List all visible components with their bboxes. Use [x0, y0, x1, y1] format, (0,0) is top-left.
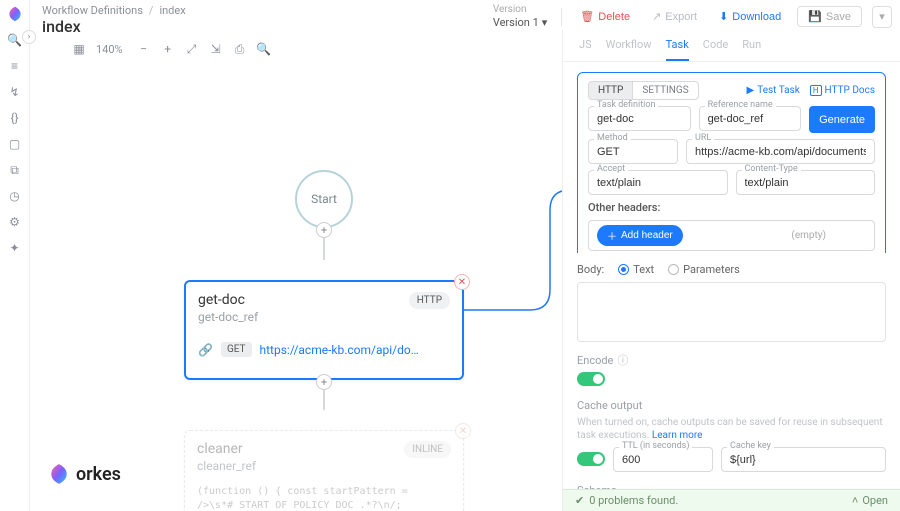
encode-label: Encode ⓘ: [577, 352, 886, 368]
print-icon[interactable]: ⎙: [233, 42, 247, 56]
save-more-button[interactable]: ▾: [872, 6, 892, 28]
task-card: HTTP SETTINGS ▶Test Task HHTTP Docs Task…: [577, 72, 886, 253]
node-method: GET: [221, 342, 252, 357]
node-get-doc[interactable]: ✕ HTTP get-doc get-doc_ref 🔗 GET https:/…: [184, 280, 464, 380]
users-icon[interactable]: ✦: [7, 240, 23, 256]
tab-task[interactable]: Task: [666, 38, 689, 61]
export-button[interactable]: ↗ Export: [646, 7, 703, 26]
save-button[interactable]: 💾 Save: [797, 6, 862, 27]
chevron-up-icon: ˄: [852, 494, 858, 507]
breadcrumb-root[interactable]: Workflow Definitions: [42, 4, 143, 17]
info-icon[interactable]: ⓘ: [617, 352, 628, 368]
collapse-icon[interactable]: ⇲: [209, 42, 223, 56]
encode-toggle[interactable]: [577, 372, 605, 386]
node-delete-icon[interactable]: ✕: [455, 423, 471, 439]
cache-label: Cache output: [577, 399, 886, 412]
content-type-label: Content-Type: [742, 164, 801, 174]
task-def-label: Task definition: [594, 100, 658, 110]
node-url: https://acme-kb.com/api/documen...: [260, 343, 420, 357]
tab-workflow[interactable]: Workflow: [606, 38, 652, 61]
chevron-down-icon: ▾: [542, 16, 548, 29]
search-icon[interactable]: 🔍: [257, 42, 271, 56]
ref-name-label: Reference name: [705, 100, 776, 110]
delete-button[interactable]: 🗑 Delete: [574, 7, 636, 26]
subtab-settings[interactable]: SETTINGS: [632, 81, 698, 100]
play-icon: ▶: [747, 85, 755, 96]
accept-label: Accept: [594, 164, 628, 174]
other-headers-label: Other headers:: [588, 201, 875, 214]
export-icon: ↗: [652, 10, 661, 23]
body-label: Body:: [577, 263, 604, 276]
body-text-radio[interactable]: Text: [618, 263, 654, 276]
body-params-radio[interactable]: Parameters: [668, 263, 740, 276]
logo-icon: [7, 6, 23, 22]
brand-footer: orkes: [48, 463, 121, 485]
version-select[interactable]: Version 1 ▾: [493, 16, 547, 29]
code-icon[interactable]: {}: [7, 110, 23, 126]
node-ref: cleaner_ref: [197, 459, 451, 473]
zoom-in-icon[interactable]: +: [161, 42, 175, 56]
cache-desc: When turned on, cache outputs can be sav…: [577, 416, 886, 442]
headers-box: ＋ Add header (empty): [588, 220, 875, 251]
body-textarea[interactable]: [577, 282, 886, 342]
check-icon: ✔: [575, 494, 584, 507]
url-label: URL: [692, 133, 714, 143]
breadcrumb-current: index: [159, 4, 185, 17]
fit-icon[interactable]: ⤢: [185, 42, 199, 56]
grid-icon[interactable]: ▦: [72, 42, 86, 56]
search-side-icon[interactable]: 🔍: [7, 32, 23, 48]
db-icon[interactable]: ◷: [7, 188, 23, 204]
body-type-row: Body: Text Parameters: [577, 263, 886, 276]
save-icon: 💾: [808, 10, 822, 23]
task-subtabs: HTTP SETTINGS: [588, 81, 699, 100]
top-actions: Version Version 1 ▾ 🗑 Delete ↗ Export ⬇ …: [493, 4, 892, 29]
plus-icon: ＋: [607, 228, 617, 243]
link-icon: 🔗: [198, 343, 213, 357]
ttl-label: TTL (in seconds): [619, 441, 692, 451]
problems-open[interactable]: ˄ Open: [852, 494, 888, 507]
trash-icon: 🗑: [580, 10, 594, 23]
test-task-link[interactable]: ▶Test Task: [747, 85, 800, 96]
subtab-http[interactable]: HTTP: [588, 81, 632, 100]
add-node-plus-2[interactable]: +: [316, 374, 332, 390]
add-node-plus-1[interactable]: +: [316, 222, 332, 238]
method-label: Method: [594, 133, 631, 143]
copy-icon[interactable]: ⧉: [7, 162, 23, 178]
url-input[interactable]: [686, 139, 875, 164]
headers-empty: (empty): [791, 230, 826, 241]
panel-tabs: JS Workflow Task Code Run: [563, 30, 900, 62]
list-icon[interactable]: ≡: [7, 58, 23, 74]
version-label: Version: [493, 4, 527, 15]
node-delete-icon[interactable]: ✕: [454, 274, 470, 290]
problems-text: 0 problems found.: [589, 494, 678, 507]
right-panel: JS Workflow Task Code Run HTTP SETTINGS …: [562, 30, 900, 511]
box-icon[interactable]: ▢: [7, 136, 23, 152]
node-ref: get-doc_ref: [198, 310, 450, 324]
node-type-badge: INLINE: [404, 441, 451, 458]
zoom-out-icon[interactable]: −: [137, 42, 151, 56]
tab-code[interactable]: Code: [703, 38, 728, 61]
http-docs-link[interactable]: HHTTP Docs: [810, 85, 875, 96]
start-node[interactable]: Start: [295, 170, 353, 228]
node-cleaner[interactable]: ✕ INLINE cleaner cleaner_ref (function (…: [184, 430, 464, 511]
settings-icon[interactable]: ⚙: [7, 214, 23, 230]
left-rail: 🔍 ≡ ↯ {} ▢ ⧉ ◷ ⚙ ✦ ›: [0, 0, 30, 511]
tab-js[interactable]: JS: [579, 38, 592, 61]
download-button[interactable]: ⬇ Download: [713, 7, 787, 26]
doc-icon: H: [810, 85, 822, 96]
problems-bar: ✔ 0 problems found. ˄ Open: [563, 489, 900, 511]
cache-key-label: Cache key: [727, 441, 774, 451]
cache-toggle[interactable]: [577, 452, 605, 466]
brand-logo-icon: [48, 463, 70, 485]
learn-more-link[interactable]: Learn more: [652, 430, 703, 441]
zoom-value: 140%: [96, 43, 123, 56]
generate-button[interactable]: Generate: [809, 106, 875, 133]
node-code-preview: (function () { const startPattern = />\s…: [197, 485, 451, 511]
download-icon: ⬇: [719, 10, 728, 23]
tab-run[interactable]: Run: [742, 38, 761, 61]
node-type-badge: HTTP: [409, 292, 450, 309]
branch-icon[interactable]: ↯: [7, 84, 23, 100]
add-header-button[interactable]: ＋ Add header: [597, 225, 683, 246]
